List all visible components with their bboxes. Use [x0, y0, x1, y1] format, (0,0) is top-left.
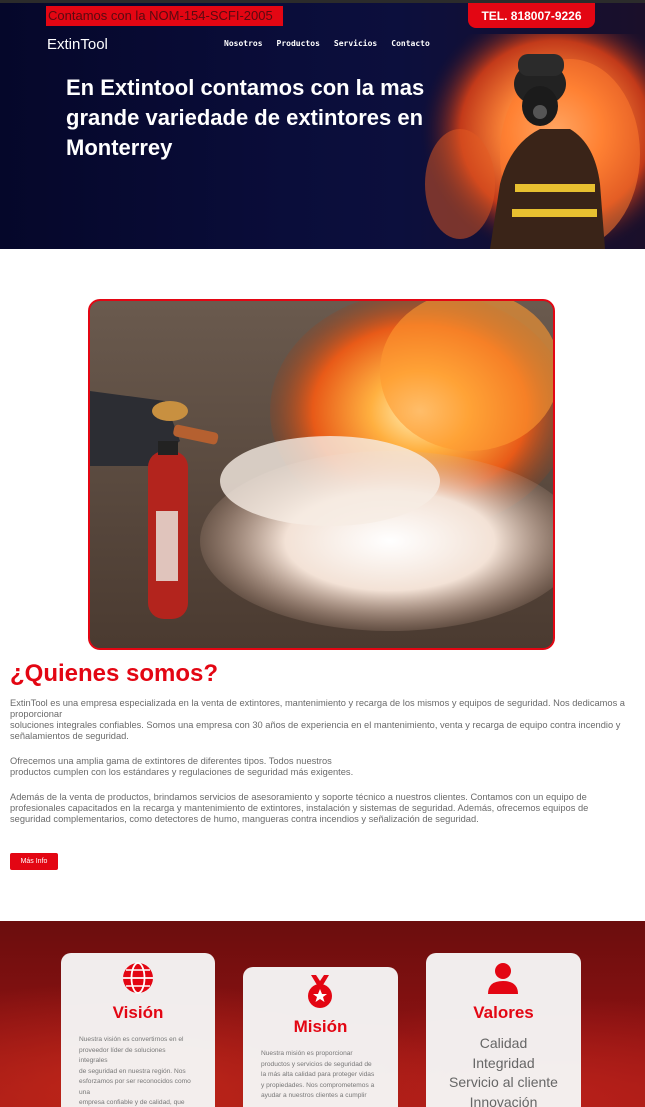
- mision-text-line: la más alta calidad para proteger vidas: [261, 1071, 375, 1078]
- more-info-button[interactable]: Más Info: [10, 853, 58, 870]
- about-paragraph-1-line-2: soluciones integrales confiables. Somos …: [10, 720, 621, 741]
- vision-text: Nuestra visión es convertirnos en el pro…: [79, 1035, 203, 1107]
- mision-card: Misión Nuestra misión es proporcionar pr…: [243, 967, 398, 1107]
- valores-item: Integridad: [472, 1054, 535, 1071]
- about-paragraph-1: ExtinTool es una empresa especializada e…: [10, 698, 630, 742]
- hero-section: Contamos con la NOM-154-SCFI-2005 TEL. 8…: [0, 0, 645, 249]
- vision-text-line: esforzamos por ser reconocidos como: [79, 1078, 191, 1085]
- valores-item: Servicio al cliente: [449, 1074, 558, 1090]
- about-paragraph-1-line-1: ExtinTool es una empresa especializada e…: [10, 698, 625, 719]
- phone-button[interactable]: TEL. 818007-9226: [468, 3, 595, 28]
- about-paragraph-2-line-1: Ofrecemos una amplia gama de extintores …: [10, 756, 332, 766]
- brand-logo[interactable]: ExtinTool: [47, 36, 108, 53]
- vision-text-line: integrales: [79, 1057, 108, 1064]
- nav-item-servicios[interactable]: Servicios: [334, 39, 377, 48]
- mision-text-line: y propiedades. Nos comprometemos a: [261, 1081, 375, 1089]
- vision-text-line: proveedor líder de soluciones: [79, 1046, 166, 1054]
- values-section: Visión Nuestra visión es convertirnos en…: [0, 921, 645, 1107]
- about-paragraph-2-line-2: productos cumplen con los estándares y r…: [10, 767, 354, 777]
- vision-card: Visión Nuestra visión es convertirnos en…: [61, 953, 215, 1107]
- nom-banner: Contamos con la NOM-154-SCFI-2005: [46, 6, 283, 26]
- about-paragraph-3: Además de la venta de productos, brindam…: [10, 792, 589, 824]
- nav-item-nosotros[interactable]: Nosotros: [224, 39, 263, 48]
- hero-title: En Extintool contamos con la mas grande …: [66, 75, 425, 160]
- vision-text-line: empresa confiable y de calidad, que: [79, 1099, 185, 1106]
- medal-icon: [308, 975, 332, 1008]
- valores-item: Calidad: [479, 1035, 528, 1051]
- vision-title: Visión: [112, 1003, 164, 1022]
- valores-item: Innovación: [469, 1093, 538, 1107]
- firefighter-image: [420, 34, 645, 249]
- nav-item-productos[interactable]: Productos: [277, 39, 320, 48]
- user-icon: [488, 963, 518, 994]
- about-title: ¿Quienes somos?: [10, 660, 219, 687]
- vision-text-line: una: [79, 1088, 91, 1096]
- globe-icon: [123, 962, 153, 994]
- extinguisher-photo: [88, 299, 555, 650]
- mision-text: Nuestra misión es proporcionar productos…: [261, 1049, 385, 1102]
- vision-text-line: de seguridad en nuestra región. Nos: [79, 1067, 186, 1075]
- mision-title: Misión: [293, 1017, 348, 1036]
- mision-text-line: Nuestra misión es proporcionar: [261, 1050, 353, 1057]
- valores-card: Valores Calidad Integridad Servicio al c…: [426, 953, 581, 1107]
- mision-text-line: productos y servicios de seguridad de: [261, 1060, 372, 1068]
- vision-text-line: Nuestra visión es convertirnos en el: [79, 1036, 184, 1043]
- extinguisher-illustration: [90, 301, 553, 648]
- mision-text-line: ayudar a nuestros clientes a cumplir: [261, 1092, 367, 1099]
- valores-title: Valores: [473, 1003, 534, 1022]
- main-nav: Nosotros Productos Servicios Contacto: [224, 39, 430, 48]
- valores-list: Calidad Integridad Servicio al cliente I…: [426, 1034, 581, 1107]
- about-paragraph-2: Ofrecemos una amplia gama de extintores …: [10, 756, 630, 778]
